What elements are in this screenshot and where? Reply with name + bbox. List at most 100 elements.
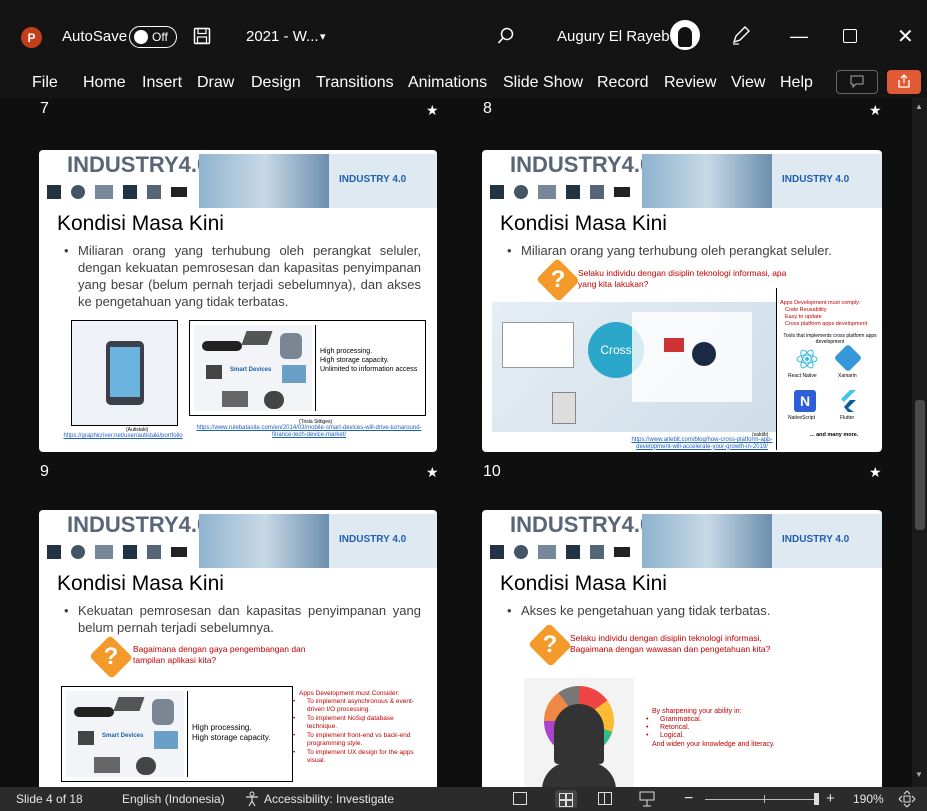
divider — [776, 288, 777, 450]
menu-transitions[interactable]: Transitions — [316, 72, 394, 98]
slide-bullet: Miliaran orang yang terhubung oleh peran… — [64, 242, 421, 310]
menu-slide-show[interactable]: Slide Show — [503, 72, 583, 98]
toggle-knob — [134, 30, 148, 44]
industry-graphic: INDUSTRY 4.0 — [772, 154, 882, 208]
slide-thumbnail-9[interactable]: INDUSTRY4.0 INDUSTRY 4.0 Kondisi Masa Ki… — [39, 510, 437, 787]
apps-item: Cross platform apps development — [785, 321, 868, 327]
source-link[interactable]: https://graphicriver.net/user/autistaki/… — [59, 433, 187, 440]
comment-icon — [850, 75, 864, 88]
tools-text: Tools that implements cross platform app… — [783, 333, 877, 345]
question-mark-icon: ? — [542, 631, 558, 658]
accessibility-icon[interactable] — [244, 791, 260, 807]
slide-number: 10 — [483, 463, 501, 480]
menu-view[interactable]: View — [731, 72, 765, 98]
normal-view-icon[interactable] — [513, 792, 527, 805]
banner-title: INDUSTRY4.0 — [67, 512, 210, 537]
industry-banner: INDUSTRY4.0 INDUSTRY 4.0 — [482, 150, 882, 212]
apps-item: To implement asynchronous & event-driven… — [293, 698, 419, 714]
star-icon: ★ — [426, 102, 439, 118]
document-title[interactable]: 2021 - W... — [246, 0, 319, 72]
question-text: Selaku individu dengan disiplin teknolog… — [570, 633, 771, 654]
apps-item: To implement UX design for the apps visu… — [293, 749, 419, 765]
slide-thumbnail-8[interactable]: INDUSTRY4.0 INDUSTRY 4.0 Kondisi Masa Ki… — [482, 150, 882, 452]
menu-review[interactable]: Review — [664, 72, 716, 98]
slide-number: 9 — [40, 463, 49, 480]
smart-devices-label: Smart Devices — [230, 367, 272, 373]
zoom-slider-center-mark — [764, 795, 765, 803]
cross-platform-image: Cross — [492, 302, 777, 432]
scroll-up-icon[interactable]: ▲ — [915, 102, 923, 111]
menu-record[interactable]: Record — [597, 72, 649, 98]
slideshow-view-icon[interactable] — [639, 791, 655, 807]
pen-icon[interactable] — [731, 25, 751, 45]
nativescript-logo-icon: N — [794, 390, 816, 412]
accessibility-status[interactable]: Accessibility: Investigate — [264, 787, 394, 811]
status-bar: Slide 4 of 18 English (Indonesia) Access… — [0, 787, 927, 811]
industry-graphic: INDUSTRY 4.0 — [329, 154, 437, 208]
banner-title: INDUSTRY4.0 — [510, 512, 653, 537]
powerpoint-logo-icon[interactable]: P — [21, 27, 42, 48]
tool-name: NativeScript — [788, 415, 815, 421]
save-icon[interactable] — [193, 27, 211, 45]
fit-slide-icon[interactable] — [898, 790, 916, 808]
industry-banner: INDUSTRY4.0 INDUSTRY 4.0 — [482, 510, 882, 572]
tool-name: Xamarin — [838, 373, 857, 379]
zoom-slider[interactable] — [705, 799, 819, 800]
slide-number: 7 — [40, 100, 49, 117]
share-button[interactable] — [887, 70, 921, 94]
source-link[interactable]: https://www.aiteblt.com/blog/how-cross-p… — [622, 437, 782, 450]
banner-subtitle: INDUSTRY 4.0 — [339, 534, 407, 545]
industry-banner: INDUSTRY4.0 INDUSTRY 4.0 — [39, 150, 437, 212]
comments-button[interactable] — [836, 70, 878, 94]
robot-arm-image — [642, 514, 772, 568]
slide-sorter-view-button[interactable] — [555, 790, 577, 808]
banner-title: INDUSTRY4.0 — [67, 152, 210, 177]
language-indicator[interactable]: English (Indonesia) — [122, 787, 225, 811]
share-icon — [898, 74, 910, 88]
menu-file[interactable]: File — [32, 72, 58, 98]
sharpen-footer: And widen your knowledge and literacy. — [652, 741, 775, 748]
autosave-state: Off — [152, 30, 168, 44]
menu-draw[interactable]: Draw — [197, 72, 234, 98]
menu-animations[interactable]: Animations — [408, 72, 487, 98]
minimize-icon[interactable]: — — [790, 0, 808, 72]
industry-banner: INDUSTRY4.0 INDUSTRY 4.0 — [39, 510, 437, 572]
slide-thumbnail-7[interactable]: INDUSTRY4.0 INDUSTRY 4.0 Kondisi Masa Ki… — [39, 150, 437, 452]
question-mark-icon: ? — [103, 643, 119, 670]
search-icon[interactable] — [497, 27, 515, 45]
slide-heading: Kondisi Masa Kini — [500, 212, 667, 235]
tool-name: React Native — [788, 373, 817, 379]
zoom-slider-thumb[interactable] — [814, 793, 819, 805]
reading-view-icon[interactable] — [598, 792, 612, 805]
devices-box: Smart Devices High processing. High stor… — [189, 320, 426, 416]
source-link[interactable]: https://www.rulebatasite.com/en/2014/03/… — [189, 425, 429, 438]
zoom-level[interactable]: 190% — [853, 787, 884, 811]
react-logo-icon — [796, 349, 818, 369]
star-icon: ★ — [869, 464, 882, 480]
user-name[interactable]: Augury El Rayeb — [557, 0, 670, 72]
apps-title: Apps Development must Consider: — [299, 690, 400, 697]
title-bar: P AutoSave Off 2021 - W... ▾ Augury El R… — [0, 0, 927, 72]
smart-devices-image: Smart Devices — [194, 325, 312, 411]
slide-heading: Kondisi Masa Kini — [57, 212, 224, 235]
menu-design[interactable]: Design — [251, 72, 301, 98]
menu-help[interactable]: Help — [780, 72, 813, 98]
flutter-logo-icon — [841, 390, 856, 412]
menu-insert[interactable]: Insert — [142, 72, 182, 98]
zoom-out-icon[interactable]: − — [684, 787, 693, 811]
autosave-toggle[interactable]: Off — [129, 26, 177, 48]
slide-bullet: Kekuatan pemrosesan dan kapasitas penyim… — [64, 602, 421, 636]
slide-thumbnail-10[interactable]: INDUSTRY4.0 INDUSTRY 4.0 Kondisi Masa Ki… — [482, 510, 882, 787]
apps-item: To implement front-end vs back-end progr… — [293, 732, 419, 748]
avatar[interactable] — [670, 20, 700, 50]
maximize-icon[interactable] — [843, 29, 857, 43]
zoom-in-icon[interactable]: + — [826, 787, 835, 811]
chevron-down-icon[interactable]: ▾ — [320, 0, 326, 72]
star-icon: ★ — [426, 464, 439, 480]
question-text: Selaku individu dengan disiplin teknolog… — [578, 268, 787, 289]
close-icon[interactable]: ✕ — [897, 0, 914, 72]
scroll-down-icon[interactable]: ▼ — [915, 770, 923, 779]
scrollbar-thumb[interactable] — [915, 400, 925, 530]
knowledge-head-image — [524, 678, 634, 787]
menu-home[interactable]: Home — [83, 72, 126, 98]
